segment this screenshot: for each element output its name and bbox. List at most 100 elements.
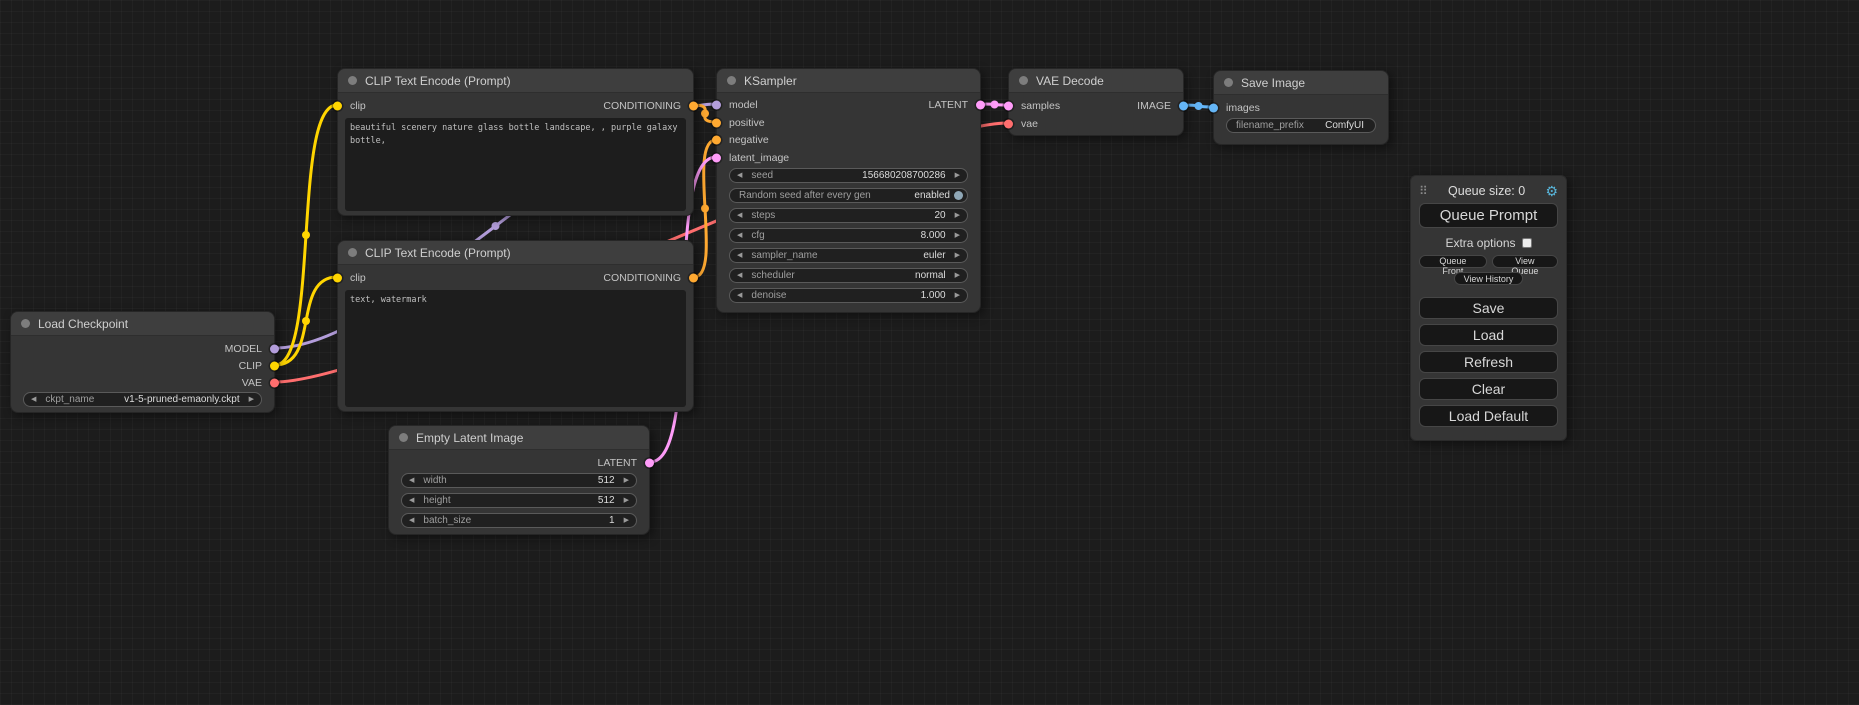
increment-arrow-icon[interactable]: ▶ [624, 497, 629, 504]
toggle-knob-icon[interactable] [954, 191, 963, 200]
node-title: CLIP Text Encode (Prompt) [365, 246, 511, 260]
load-default-button[interactable]: Load Default [1419, 405, 1558, 427]
decrement-arrow-icon[interactable]: ◀ [409, 477, 414, 484]
increment-arrow-icon[interactable]: ▶ [955, 292, 960, 299]
slot-dot-vae-input[interactable] [1004, 120, 1013, 129]
widget-height[interactable]: ◀ height 512 ▶ [401, 493, 637, 508]
slot-dot-clip-input[interactable] [333, 273, 342, 282]
widget-filename-prefix[interactable]: filename_prefix ComfyUI [1226, 118, 1376, 133]
slot-dot-latent[interactable] [645, 458, 654, 467]
queue-menu-panel[interactable]: ⠿ Queue size: 0 ⚙ Queue Prompt Extra opt… [1410, 175, 1567, 441]
decrement-arrow-icon[interactable]: ◀ [737, 292, 742, 299]
node-header[interactable]: Load Checkpoint [11, 312, 274, 336]
node-header[interactable]: Save Image [1214, 71, 1388, 95]
node-header[interactable]: CLIP Text Encode (Prompt) [338, 69, 693, 93]
decrement-arrow-icon[interactable]: ◀ [737, 172, 742, 179]
view-history-button[interactable]: View History [1454, 272, 1524, 285]
collapse-icon[interactable] [348, 248, 357, 257]
decrement-arrow-icon[interactable]: ◀ [737, 272, 742, 279]
refresh-button[interactable]: Refresh [1419, 351, 1558, 373]
slot-dot-latent-output[interactable] [976, 101, 985, 110]
positive-prompt-textarea[interactable]: beautiful scenery nature glass bottle la… [345, 118, 686, 211]
node-ksampler[interactable]: KSampler model LATENT positive negative … [716, 68, 981, 313]
decrement-arrow-icon[interactable]: ◀ [409, 497, 414, 504]
widget-cfg[interactable]: ◀ cfg 8.000 ▶ [729, 228, 968, 243]
node-header[interactable]: Empty Latent Image [389, 426, 649, 450]
save-button[interactable]: Save [1419, 297, 1558, 319]
widget-seed[interactable]: ◀ seed 156680208700286 ▶ [729, 168, 968, 183]
widget-scheduler[interactable]: ◀ scheduler normal ▶ [729, 268, 968, 283]
widget-sampler-name[interactable]: ◀ sampler_name euler ▶ [729, 248, 968, 263]
collapse-icon[interactable] [727, 76, 736, 85]
queue-prompt-button[interactable]: Queue Prompt [1419, 203, 1558, 228]
widget-label: width [423, 475, 446, 486]
slot-dot-conditioning[interactable] [689, 101, 698, 110]
slot-label-vae-input: vae [1021, 118, 1038, 130]
slot-dot-conditioning[interactable] [689, 273, 698, 282]
increment-arrow-icon[interactable]: ▶ [624, 517, 629, 524]
increment-arrow-icon[interactable]: ▶ [624, 477, 629, 484]
negative-prompt-textarea[interactable]: text, watermark [345, 290, 686, 407]
node-clip-text-encode-positive[interactable]: CLIP Text Encode (Prompt) clip CONDITION… [337, 68, 694, 216]
node-title: Save Image [1241, 76, 1305, 90]
load-button[interactable]: Load [1419, 324, 1558, 346]
drag-handle-icon[interactable]: ⠿ [1419, 184, 1428, 198]
increment-arrow-icon[interactable]: ▶ [955, 252, 960, 259]
slot-dot-latent-image-input[interactable] [712, 153, 721, 162]
queue-controls-row: Queue Front View Queue [1419, 255, 1558, 268]
decrement-arrow-icon[interactable]: ◀ [737, 252, 742, 259]
widget-ckpt-name[interactable]: ◀ ckpt_name v1-5-pruned-emaonly.ckpt ▶ [23, 392, 262, 407]
slot-dot-model[interactable] [270, 344, 279, 353]
clear-button[interactable]: Clear [1419, 378, 1558, 400]
increment-arrow-icon[interactable]: ▶ [249, 396, 254, 403]
collapse-icon[interactable] [348, 76, 357, 85]
collapse-icon[interactable] [399, 433, 408, 442]
collapse-icon[interactable] [21, 319, 30, 328]
wire-clip-negative-link [275, 277, 337, 365]
increment-arrow-icon[interactable]: ▶ [955, 272, 960, 279]
increment-arrow-icon[interactable]: ▶ [955, 232, 960, 239]
widget-width[interactable]: ◀ width 512 ▶ [401, 473, 637, 488]
decrement-arrow-icon[interactable]: ◀ [409, 517, 414, 524]
node-vae-decode[interactable]: VAE Decode samples IMAGE vae [1008, 68, 1184, 136]
decrement-arrow-icon[interactable]: ◀ [31, 396, 36, 403]
decrement-arrow-icon[interactable]: ◀ [737, 212, 742, 219]
slot-dot-clip[interactable] [270, 361, 279, 370]
node-header[interactable]: KSampler [717, 69, 980, 93]
widget-label: sampler_name [751, 250, 817, 261]
node-title: CLIP Text Encode (Prompt) [365, 74, 511, 88]
slot-row: clip CONDITIONING [338, 97, 693, 114]
node-header[interactable]: CLIP Text Encode (Prompt) [338, 241, 693, 265]
widget-random-seed-toggle[interactable]: Random seed after every gen enabled [729, 188, 968, 203]
node-graph-canvas[interactable]: Load Checkpoint MODEL CLIP VAE ◀ ckpt_na… [0, 0, 1859, 705]
settings-gear-icon[interactable]: ⚙ [1545, 183, 1558, 200]
node-header[interactable]: VAE Decode [1009, 69, 1183, 93]
wire-samples-midpoint-dot [991, 101, 999, 109]
node-load-checkpoint[interactable]: Load Checkpoint MODEL CLIP VAE ◀ ckpt_na… [10, 311, 275, 413]
slot-dot-model-input[interactable] [712, 101, 721, 110]
view-queue-button[interactable]: View Queue [1492, 255, 1558, 268]
collapse-icon[interactable] [1019, 76, 1028, 85]
collapse-icon[interactable] [1224, 78, 1233, 87]
decrement-arrow-icon[interactable]: ◀ [737, 232, 742, 239]
slot-row-images: images [1214, 99, 1388, 116]
slot-dot-vae[interactable] [270, 378, 279, 387]
queue-front-button[interactable]: Queue Front [1419, 255, 1487, 268]
slot-dot-samples-input[interactable] [1004, 102, 1013, 111]
widget-batch-size[interactable]: ◀ batch_size 1 ▶ [401, 513, 637, 528]
node-empty-latent-image[interactable]: Empty Latent Image LATENT ◀ width 512 ▶ … [388, 425, 650, 535]
widget-denoise[interactable]: ◀ denoise 1.000 ▶ [729, 288, 968, 303]
slot-dot-image-output[interactable] [1179, 102, 1188, 111]
increment-arrow-icon[interactable]: ▶ [955, 212, 960, 219]
extra-options-checkbox[interactable] [1522, 238, 1532, 248]
slot-dot-images-input[interactable] [1209, 103, 1218, 112]
slot-row-samples-image: samples IMAGE [1009, 97, 1183, 115]
slot-dot-positive-input[interactable] [712, 118, 721, 127]
widget-label: steps [751, 210, 775, 221]
widget-steps[interactable]: ◀ steps 20 ▶ [729, 208, 968, 223]
node-save-image[interactable]: Save Image images filename_prefix ComfyU… [1213, 70, 1389, 145]
slot-dot-clip-input[interactable] [333, 101, 342, 110]
increment-arrow-icon[interactable]: ▶ [955, 172, 960, 179]
node-clip-text-encode-negative[interactable]: CLIP Text Encode (Prompt) clip CONDITION… [337, 240, 694, 412]
slot-dot-negative-input[interactable] [712, 136, 721, 145]
